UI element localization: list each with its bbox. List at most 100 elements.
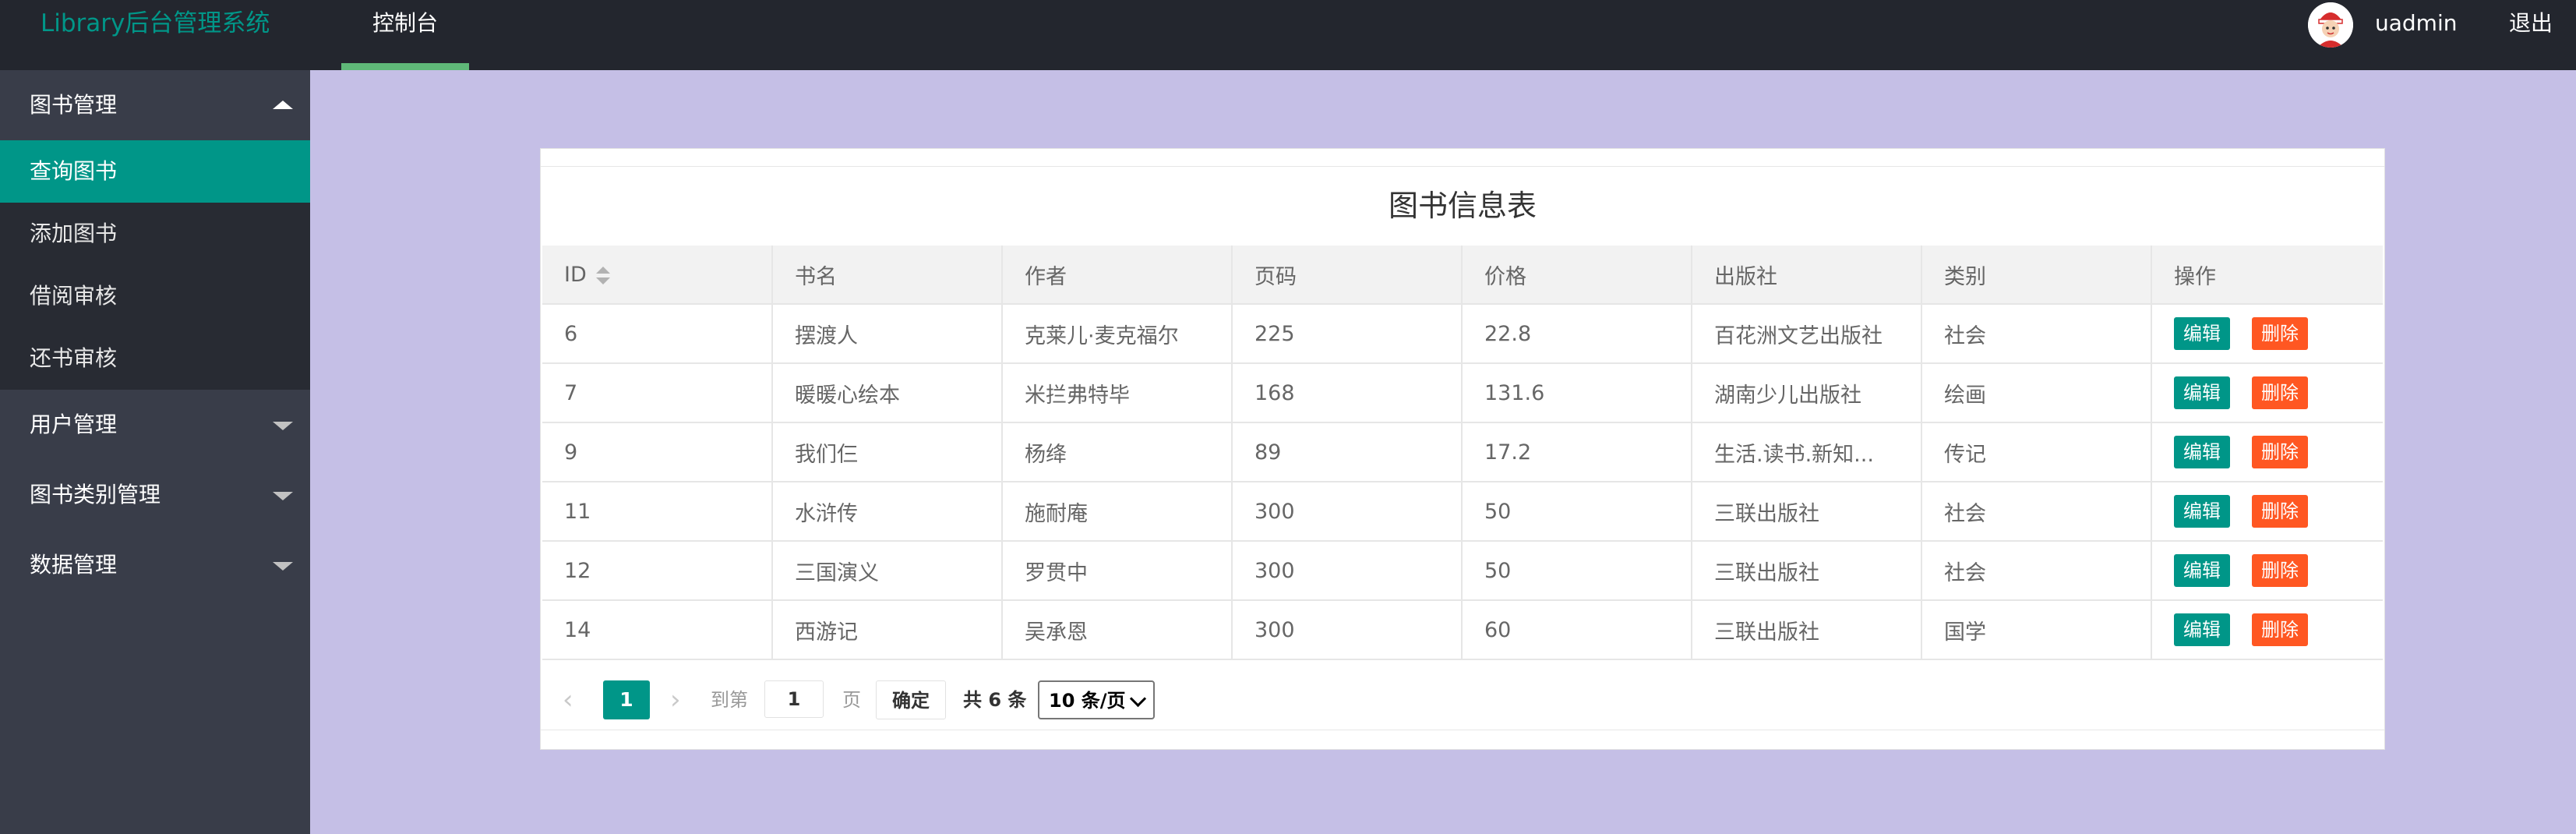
edit-button[interactable]: 编辑 xyxy=(2174,613,2230,646)
edit-button[interactable]: 编辑 xyxy=(2174,495,2230,528)
table-row: 9 我们仨 杨绛 89 17.2 生活.读书.新知... 传记 编辑 删除 xyxy=(542,422,2383,482)
cell-actions: 编辑 删除 xyxy=(2151,599,2383,660)
column-header-id[interactable]: ID xyxy=(542,246,773,305)
delete-button[interactable]: 删除 xyxy=(2252,495,2308,528)
table-row: 12 三国演义 罗贯中 300 50 三联出版社 社会 编辑 删除 xyxy=(542,540,2383,601)
edit-button[interactable]: 编辑 xyxy=(2174,554,2230,587)
cell-price: 50 xyxy=(1461,540,1692,601)
column-header-title: 书名 xyxy=(771,246,1003,305)
cell-price: 17.2 xyxy=(1461,422,1692,482)
edit-button[interactable]: 编辑 xyxy=(2174,317,2230,350)
column-header-label: ID xyxy=(564,262,587,287)
cell-price: 131.6 xyxy=(1461,362,1692,423)
cell-title: 暖暖心绘本 xyxy=(771,362,1003,423)
caret-down-icon xyxy=(273,422,293,430)
edit-button[interactable]: 编辑 xyxy=(2174,376,2230,409)
delete-button[interactable]: 删除 xyxy=(2252,613,2308,646)
cell-actions: 编辑 删除 xyxy=(2151,481,2383,542)
username-label[interactable]: uadmin xyxy=(2375,8,2457,39)
sidebar-group-user-management[interactable]: 用户管理 xyxy=(0,390,310,460)
cell-publisher: 三联出版社 xyxy=(1691,599,1922,660)
sidebar-group-label: 图书管理 xyxy=(30,92,118,118)
sidebar-item-return-review[interactable]: 还书审核 xyxy=(0,327,310,390)
table-row: 11 水浒传 施耐庵 300 50 三联出版社 社会 编辑 删除 xyxy=(542,481,2383,542)
cell-category: 社会 xyxy=(1921,481,2152,542)
cell-publisher: 三联出版社 xyxy=(1691,540,1922,601)
chevron-down-icon xyxy=(1129,690,1147,708)
table-title: 图书信息表 xyxy=(1388,189,1537,223)
cell-category: 传记 xyxy=(1921,422,2152,482)
goto-label: 到第 xyxy=(711,689,748,711)
sidebar-item-label: 查询图书 xyxy=(30,158,118,184)
cell-title: 水浒传 xyxy=(771,481,1003,542)
prev-page-icon[interactable]: ‹ xyxy=(563,687,573,713)
column-header-price: 价格 xyxy=(1461,246,1692,305)
column-header-category: 类别 xyxy=(1921,246,2152,305)
cell-title: 三国演义 xyxy=(771,540,1003,601)
sidebar-group-label: 用户管理 xyxy=(30,412,118,437)
next-page-icon[interactable]: › xyxy=(670,687,681,713)
cell-category: 国学 xyxy=(1921,599,2152,660)
sidebar-item-label: 借阅审核 xyxy=(30,283,118,309)
cell-id: 7 xyxy=(542,362,773,423)
sidebar-item-borrow-review[interactable]: 借阅审核 xyxy=(0,265,310,327)
book-table: ID 书名 作者 页码 价格 出版社 类别 操作 6 摆渡人 克莱儿·麦克福尔 … xyxy=(542,246,2383,660)
delete-button[interactable]: 删除 xyxy=(2252,554,2308,587)
app-logo-title[interactable]: Library后台管理系统 xyxy=(41,8,270,39)
nav-console-label: 控制台 xyxy=(372,10,438,36)
table-row: 6 摆渡人 克莱儿·麦克福尔 225 22.8 百花洲文艺出版社 社会 编辑 删除 xyxy=(542,303,2383,364)
logout-link[interactable]: 退出 xyxy=(2509,8,2553,39)
cell-author: 吴承恩 xyxy=(1001,599,1233,660)
page-button-current[interactable]: 1 xyxy=(603,680,650,719)
sidebar-item-label: 添加图书 xyxy=(30,221,118,246)
sidebar-group-label: 图书类别管理 xyxy=(30,482,161,507)
table-row: 14 西游记 吴承恩 300 60 三联出版社 国学 编辑 删除 xyxy=(542,599,2383,660)
user-avatar-icon[interactable] xyxy=(2308,2,2353,48)
sidebar-group-data-management[interactable]: 数据管理 xyxy=(0,530,310,600)
cell-publisher: 百花洲文艺出版社 xyxy=(1691,303,1922,364)
cell-author: 杨绛 xyxy=(1001,422,1233,482)
sidebar-group-book-management[interactable]: 图书管理 xyxy=(0,70,310,140)
delete-button[interactable]: 删除 xyxy=(2252,436,2308,468)
cell-price: 60 xyxy=(1461,599,1692,660)
cell-id: 12 xyxy=(542,540,773,601)
sidebar-item-add-book[interactable]: 添加图书 xyxy=(0,203,310,265)
pagination: ‹ 1 › 到第 页 确定 共 6 条 10 条/页 xyxy=(541,679,2384,721)
page-size-select[interactable]: 10 条/页 xyxy=(1038,680,1155,719)
cell-author: 米拦弗特毕 xyxy=(1001,362,1233,423)
total-count: 共 6 条 xyxy=(963,689,1027,711)
page-size-value: 10 条/页 xyxy=(1049,690,1126,712)
goto-page-input[interactable] xyxy=(764,680,824,718)
column-header-author: 作者 xyxy=(1001,246,1233,305)
cell-title: 我们仨 xyxy=(771,422,1003,482)
table-row: 7 暖暖心绘本 米拦弗特毕 168 131.6 湖南少儿出版社 绘画 编辑 删除 xyxy=(542,362,2383,423)
nav-console-tab[interactable]: 控制台 xyxy=(341,0,469,70)
cell-pages: 300 xyxy=(1231,540,1463,601)
caret-up-icon xyxy=(273,101,293,109)
cell-publisher: 三联出版社 xyxy=(1691,481,1922,542)
sidebar-item-label: 还书审核 xyxy=(30,345,118,371)
sidebar-group-category-management[interactable]: 图书类别管理 xyxy=(0,460,310,530)
sidebar-item-query-books[interactable]: 查询图书 xyxy=(0,140,310,203)
goto-confirm-button[interactable]: 确定 xyxy=(876,680,946,719)
edit-button[interactable]: 编辑 xyxy=(2174,436,2230,468)
cell-pages: 225 xyxy=(1231,303,1463,364)
cell-category: 社会 xyxy=(1921,540,2152,601)
delete-button[interactable]: 删除 xyxy=(2252,376,2308,409)
cell-id: 9 xyxy=(542,422,773,482)
cell-price: 50 xyxy=(1461,481,1692,542)
cell-id: 6 xyxy=(542,303,773,364)
cell-id: 14 xyxy=(542,599,773,660)
cell-author: 罗贯中 xyxy=(1001,540,1233,601)
cell-publisher: 湖南少儿出版社 xyxy=(1691,362,1922,423)
cell-pages: 300 xyxy=(1231,599,1463,660)
table-header-row: ID 书名 作者 页码 价格 出版社 类别 操作 xyxy=(542,246,2383,305)
sort-icon[interactable] xyxy=(595,264,612,286)
caret-down-icon xyxy=(273,562,293,571)
cell-actions: 编辑 删除 xyxy=(2151,303,2383,364)
active-tab-indicator xyxy=(341,63,469,70)
book-table-card: 图书信息表 ID 书名 作者 页码 价格 出版社 类别 操作 6 摆渡人 克莱儿… xyxy=(540,148,2385,750)
delete-button[interactable]: 删除 xyxy=(2252,317,2308,350)
cell-author: 施耐庵 xyxy=(1001,481,1233,542)
cell-actions: 编辑 删除 xyxy=(2151,422,2383,482)
